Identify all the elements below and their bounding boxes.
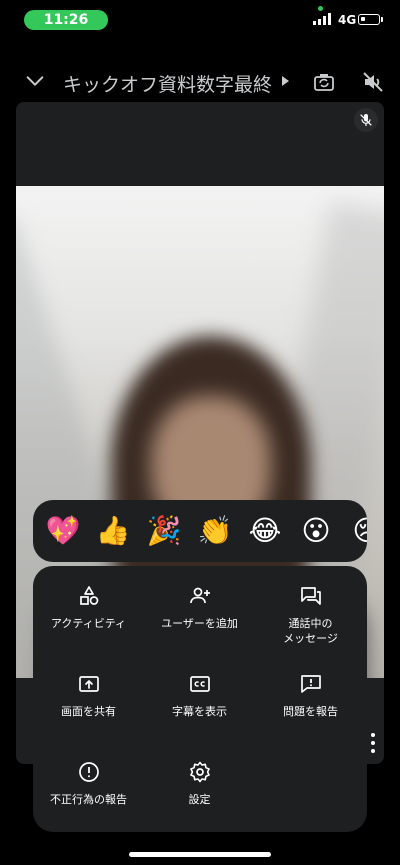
- call-header: キックオフ資料数字最終…: [0, 60, 400, 104]
- more-options-icon[interactable]: [370, 733, 376, 753]
- reaction-crying[interactable]: 😢: [349, 513, 367, 549]
- menu-report-abuse[interactable]: 不正行為の報告: [33, 742, 144, 822]
- share-screen-icon: [79, 676, 99, 692]
- title-expand-arrow-icon[interactable]: [282, 76, 289, 86]
- status-time: 11:26: [24, 10, 108, 30]
- battery-icon: [358, 14, 380, 25]
- feedback-icon: [301, 675, 321, 693]
- reaction-thumbs-up[interactable]: 👍: [95, 513, 131, 549]
- closed-captions-icon: [190, 676, 210, 692]
- menu-activities-label: アクティビティ: [50, 617, 127, 630]
- menu-in-call-messages-label: 通話中の メッセージ: [283, 617, 338, 645]
- reaction-tears-of-joy[interactable]: 😂: [247, 513, 283, 549]
- add-user-icon: [190, 587, 210, 604]
- menu-show-captions[interactable]: 字幕を表示: [144, 654, 255, 734]
- menu-share-screen-label: 画面を共有: [61, 705, 116, 718]
- network-type: 4G: [338, 13, 357, 27]
- reaction-bar: 💖 👍 🎉 👏 😂 😮 😢: [33, 500, 367, 562]
- menu-add-user[interactable]: ユーザーを追加: [144, 566, 255, 646]
- call-options-menu: アクティビティ ユーザーを追加 通話中の メッセージ 画面を共有 字幕を表示 問…: [33, 566, 367, 832]
- chevron-down-icon[interactable]: [24, 70, 46, 92]
- reaction-party-popper[interactable]: 🎉: [146, 513, 182, 549]
- switch-camera-icon[interactable]: [312, 70, 336, 94]
- video-tile-top: [16, 102, 384, 186]
- chat-messages-icon: [301, 587, 321, 605]
- mic-in-use-indicator: [318, 6, 323, 11]
- menu-in-call-messages[interactable]: 通話中の メッセージ: [255, 566, 366, 646]
- reaction-surprised[interactable]: 😮: [298, 513, 334, 549]
- menu-add-user-label: ユーザーを追加: [161, 617, 238, 630]
- menu-report-problem-label: 問題を報告: [283, 705, 338, 718]
- menu-share-screen[interactable]: 画面を共有: [33, 654, 144, 734]
- menu-report-problem[interactable]: 問題を報告: [255, 654, 366, 734]
- home-indicator[interactable]: [129, 852, 271, 857]
- speaker-off-icon[interactable]: [361, 70, 385, 94]
- menu-settings[interactable]: 設定: [144, 742, 255, 822]
- status-bar: 11:26 4G: [0, 0, 400, 40]
- call-title[interactable]: キックオフ資料数字最終…: [63, 70, 273, 97]
- menu-report-abuse-label: 不正行為の報告: [50, 793, 127, 806]
- cellular-signal-icon: [313, 13, 331, 25]
- gear-icon: [190, 761, 210, 783]
- menu-activities[interactable]: アクティビティ: [33, 566, 144, 646]
- menu-show-captions-label: 字幕を表示: [172, 705, 227, 718]
- alert-circle-icon: [79, 762, 99, 782]
- reaction-clapping-hands[interactable]: 👏: [197, 513, 233, 549]
- activities-icon: [80, 586, 99, 605]
- menu-settings-label: 設定: [188, 793, 211, 806]
- mic-off-icon: [354, 108, 378, 132]
- reaction-sparkling-heart[interactable]: 💖: [45, 513, 81, 549]
